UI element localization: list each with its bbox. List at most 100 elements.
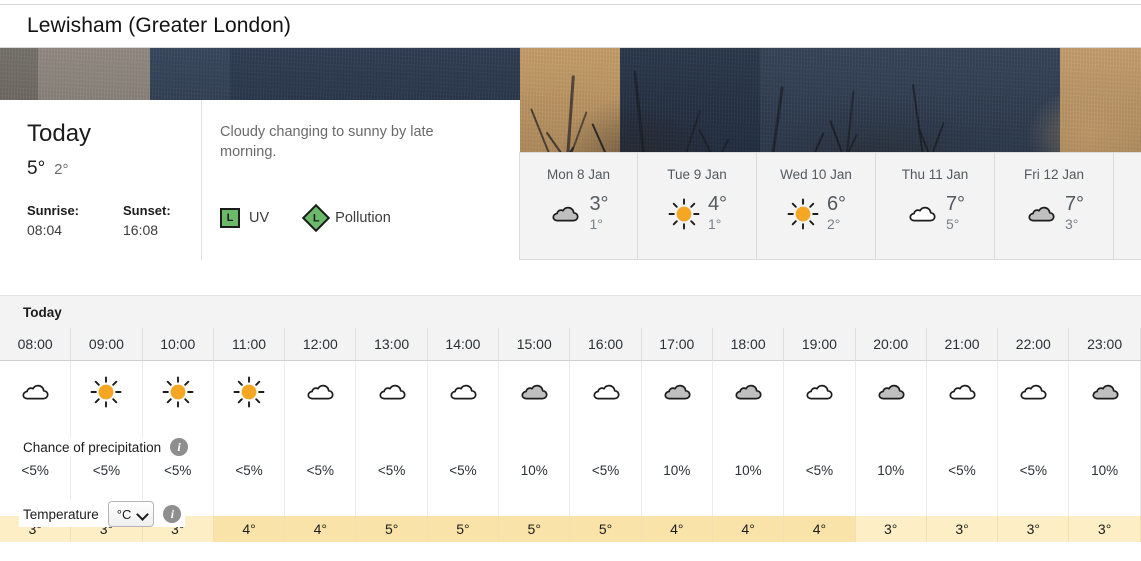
hourly-column[interactable]: 14:00 <5% 5° (428, 328, 499, 542)
hourly-column[interactable]: 11:00 <5% 4° (214, 328, 285, 542)
cloud-outline-icon (905, 197, 939, 231)
hourly-temperature: 3° (998, 516, 1069, 542)
hourly-gap (784, 483, 855, 516)
hourly-temperature: 5° (499, 516, 570, 542)
hourly-time: 21:00 (927, 328, 998, 361)
temperature-unit-value: °C (117, 507, 132, 522)
hourly-time: 14:00 (428, 328, 499, 361)
hourly-precipitation: <5% (570, 457, 641, 483)
hourly-gap (713, 483, 784, 516)
daily-card-min: 3° (1065, 215, 1078, 233)
hourly-precipitation: <5% (784, 457, 855, 483)
hourly-gap (499, 483, 570, 516)
hourly-temperature: 3° (856, 516, 927, 542)
precipitation-row-label: Chance of precipitation i (19, 438, 192, 456)
hourly-precipitation: <5% (143, 457, 214, 483)
hourly-gap (214, 483, 285, 516)
today-temperature-range: 5° 2° (27, 158, 201, 180)
hourly-gap (856, 483, 927, 516)
hourly-gap (642, 483, 713, 516)
sun-icon (143, 361, 214, 423)
daily-forecast-card[interactable]: Thu 11 Jan 7° 5° (876, 152, 995, 260)
daily-forecast-card[interactable]: S (1114, 152, 1141, 260)
hourly-column[interactable]: 16:00 <5% 5° (570, 328, 641, 542)
hourly-column[interactable]: 21:00 <5% 3° (927, 328, 998, 542)
pollution-index[interactable]: L Pollution (306, 208, 391, 228)
hourly-precipitation: <5% (0, 457, 71, 483)
hourly-precipitation: <5% (998, 457, 1069, 483)
temperature-unit-select[interactable]: °C (108, 501, 155, 527)
daily-card-body: 3° 1° (548, 194, 608, 233)
hourly-time: 22:00 (998, 328, 1069, 361)
hourly-precipitation: 10% (713, 457, 784, 483)
daily-card-day: Mon 8 Jan (547, 167, 610, 182)
daily-card-body: 6° 2° (786, 194, 846, 233)
hourly-column[interactable]: 19:00 <5% 4° (784, 328, 855, 542)
hourly-column[interactable]: 17:00 10% 4° (642, 328, 713, 542)
hourly-spacer (285, 423, 356, 457)
sun-icon (214, 361, 285, 423)
today-heading: Today (27, 120, 201, 148)
pollution-badge-icon: L (302, 204, 330, 232)
hourly-precipitation: <5% (71, 457, 142, 483)
daily-card-max: 3° (589, 194, 608, 215)
hourly-column[interactable]: 12:00 <5% 4° (285, 328, 356, 542)
hourly-spacer (856, 423, 927, 457)
hourly-column[interactable]: 15:00 10% 5° (499, 328, 570, 542)
daily-forecast-card[interactable]: Mon 8 Jan 3° 1° (519, 152, 638, 260)
daily-forecast-strip[interactable]: Mon 8 Jan 3° 1° Tue 9 Jan 4° 1° Wed 10 J… (519, 152, 1141, 260)
hourly-spacer (1069, 423, 1140, 457)
cloud-filled-icon (713, 361, 784, 423)
hourly-gap (285, 483, 356, 516)
hourly-time: 15:00 (499, 328, 570, 361)
daily-forecast-card[interactable]: Fri 12 Jan 7° 3° (995, 152, 1114, 260)
hourly-time: 18:00 (713, 328, 784, 361)
hourly-time: 09:00 (71, 328, 142, 361)
pollution-badge-level: L (313, 212, 320, 224)
hourly-spacer (927, 423, 998, 457)
pollution-label: Pollution (335, 210, 391, 226)
sunset-label: Sunset: (123, 203, 171, 218)
daily-card-day: Tue 9 Jan (667, 167, 727, 182)
daily-card-day: Wed 10 Jan (780, 167, 852, 182)
cloud-filled-icon (499, 361, 570, 423)
daily-card-max: 7° (946, 194, 965, 215)
hourly-gap (570, 483, 641, 516)
hourly-temperature: 4° (214, 516, 285, 542)
hourly-precipitation: 10% (856, 457, 927, 483)
cloud-outline-icon (285, 361, 356, 423)
hourly-spacer (570, 423, 641, 457)
daily-forecast-card[interactable]: Tue 9 Jan 4° 1° (638, 152, 757, 260)
hourly-time: 23:00 (1069, 328, 1140, 361)
daily-card-min: 2° (827, 215, 840, 233)
hourly-spacer (499, 423, 570, 457)
daily-card-max: 7° (1065, 194, 1084, 215)
precipitation-label-text: Chance of precipitation (23, 440, 161, 455)
today-summary-left: Today 5° 2° Sunrise: 08:04 Sunset: 16:08 (0, 100, 202, 260)
cloud-outline-icon (0, 361, 71, 423)
hourly-temperature: 4° (713, 516, 784, 542)
hourly-precipitation: 10% (499, 457, 570, 483)
sun-icon (786, 197, 820, 231)
uv-index[interactable]: L UV (220, 208, 269, 228)
weather-page: Lewisham (Greater London) Today 5° 2° Su… (0, 0, 1141, 561)
hourly-column[interactable]: 18:00 10% 4° (713, 328, 784, 542)
hourly-column[interactable]: 13:00 <5% 5° (356, 328, 427, 542)
hourly-column[interactable]: 23:00 10% 3° (1069, 328, 1140, 542)
today-max-temp: 5° (27, 158, 45, 180)
hourly-section-title: Today (0, 296, 1141, 328)
hourly-precipitation: 10% (642, 457, 713, 483)
precipitation-info-icon[interactable]: i (170, 438, 188, 456)
daily-card-body: 7° 5° (905, 194, 965, 233)
cloud-filled-icon (548, 197, 582, 231)
hourly-temperature: 5° (356, 516, 427, 542)
hourly-temperature: 5° (570, 516, 641, 542)
hourly-gap (927, 483, 998, 516)
hourly-time: 17:00 (642, 328, 713, 361)
temperature-info-icon[interactable]: i (163, 505, 181, 523)
sunrise-group: Sunrise: 08:04 (27, 203, 79, 238)
hourly-column[interactable]: 22:00 <5% 3° (998, 328, 1069, 542)
hourly-column[interactable]: 20:00 10% 3° (856, 328, 927, 542)
hourly-spacer (784, 423, 855, 457)
daily-forecast-card[interactable]: Wed 10 Jan 6° 2° (757, 152, 876, 260)
